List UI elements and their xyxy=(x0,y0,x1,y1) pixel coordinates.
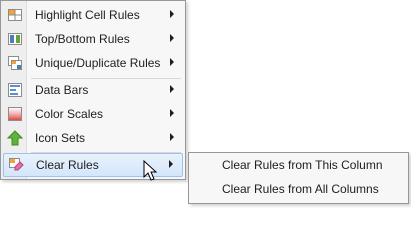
clear-rules-submenu: Clear Rules from This Column Clear Rules… xyxy=(188,152,409,204)
icon-sets-icon xyxy=(6,130,24,146)
submenu-arrow-icon xyxy=(170,58,174,66)
color-scales-icon xyxy=(7,106,23,122)
submenu-arrow-icon xyxy=(170,133,174,141)
menu-item-label: Top/Bottom Rules xyxy=(35,32,130,46)
menu-item-icon-sets[interactable]: Icon Sets xyxy=(3,127,183,149)
submenu-arrow-icon xyxy=(170,109,174,117)
menu-item-label: Data Bars xyxy=(35,83,89,97)
menu-item-top-bottom-rules[interactable]: Top/Bottom Rules xyxy=(3,28,183,50)
menu-item-unique-duplicate-rules[interactable]: Unique/Duplicate Rules xyxy=(3,52,183,74)
menu-item-label: Icon Sets xyxy=(35,131,86,145)
unique-duplicate-rules-icon xyxy=(7,55,23,71)
submenu-arrow-icon xyxy=(170,10,174,18)
submenu-arrow-icon xyxy=(169,160,173,168)
submenu-item-clear-rules-all-columns[interactable]: Clear Rules from All Columns xyxy=(222,182,379,196)
menu-item-label: Clear Rules xyxy=(36,158,99,172)
top-bottom-rules-icon xyxy=(7,31,23,47)
menu-item-label: Color Scales xyxy=(35,107,104,121)
context-menu: Highlight Cell Rules Top/Bottom Rules Un… xyxy=(0,0,186,180)
submenu-arrow-icon xyxy=(170,34,174,42)
menu-item-label: Unique/Duplicate Rules xyxy=(35,56,161,70)
submenu-item-clear-rules-this-column[interactable]: Clear Rules from This Column xyxy=(222,158,383,172)
submenu-arrow-icon xyxy=(170,85,174,93)
clear-rules-icon xyxy=(8,157,24,173)
menu-item-highlight-cell-rules[interactable]: Highlight Cell Rules xyxy=(3,4,183,26)
highlight-cell-rules-icon xyxy=(7,7,23,23)
mouse-pointer-icon xyxy=(143,160,158,181)
menu-item-data-bars[interactable]: Data Bars xyxy=(3,79,183,101)
menu-item-label: Highlight Cell Rules xyxy=(35,8,140,22)
data-bars-icon xyxy=(7,82,23,98)
menu-item-color-scales[interactable]: Color Scales xyxy=(3,103,183,125)
